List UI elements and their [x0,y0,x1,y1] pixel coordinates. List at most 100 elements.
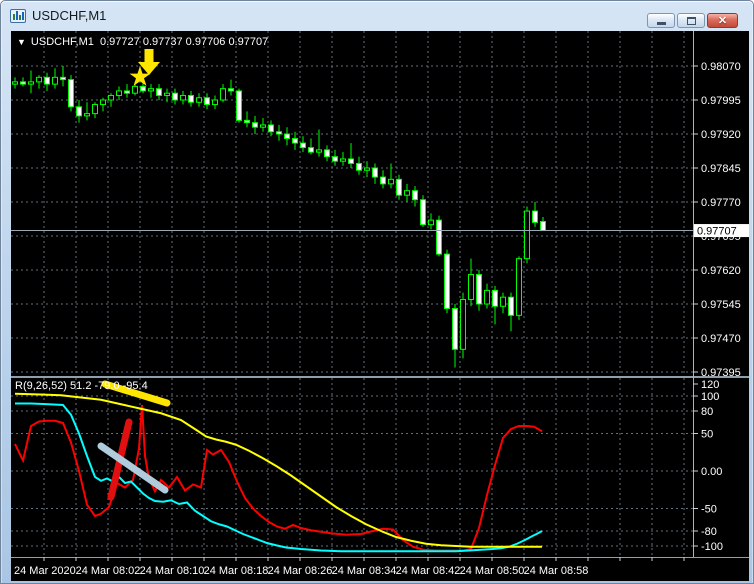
ohlc-high: 0.97737 [142,36,183,48]
mt4-chart-window: USDCHF,M1 ✕ ▼ USDCHF,M1 0.97727 0.97737 0… [0,0,754,584]
time-axis-label: 24 Mar 08:34 [332,565,397,577]
indicator-axis[interactable]: 120100 80 50 0.00 -50 -80 -100 [693,379,723,553]
bear-candle [396,178,402,196]
bear-candle [372,167,378,178]
bear-candle [124,90,130,94]
bull-candle [428,219,434,226]
price-axis-label: 0.97995 [701,95,741,107]
close-icon: ✕ [717,15,728,27]
bear-candle [540,220,546,232]
close-button[interactable]: ✕ [707,13,738,28]
ohlc-close: 0.97707 [228,36,269,48]
pane-divider[interactable] [11,376,749,378]
time-axis-label: 24 Mar 08:42 [396,565,461,577]
price-axis[interactable]: 0.98070 0.97995 0.97920 0.97845 0.97770 0.976… [693,61,749,379]
bull-candle [340,158,346,162]
indicator-axis-label: -80 [701,526,717,538]
time-axis[interactable]: 24 Mar 2020 24 Mar 08:02 24 Mar 08:10 24 Ma… [14,557,685,577]
indicator-label: R(9,26,52) 51.2 -79.0 -95.4 [15,380,148,392]
bear-candle [172,92,178,101]
bull-candle [52,76,58,85]
bull-candle [404,190,410,196]
indicator-axis-label: -50 [701,504,717,516]
bear-candle [348,158,354,164]
symbol-dropdown-icon[interactable]: ▼ [17,37,26,47]
price-axis-label: 0.97620 [701,265,741,277]
bull-candle [132,85,138,94]
bull-candle [180,94,186,101]
bull-candle [100,99,106,106]
price-axis-label: 0.97545 [701,299,741,311]
candlestick-series [12,66,546,368]
bull-candle [108,94,114,101]
bear-candle [236,90,242,121]
bid-price-label: 0.97707 [697,226,737,238]
drawn-objects[interactable] [97,49,171,501]
time-axis-label: 24 Mar 08:50 [460,565,525,577]
bull-candle [524,210,530,260]
symbol-ohlc-header: ▼ USDCHF,M1 0.97727 0.97737 0.97706 0.977… [17,36,268,48]
indicator-axis-label: 80 [701,406,713,418]
bull-candle [316,149,322,153]
indicator-lines [14,392,543,553]
bear-candle [204,97,210,106]
bear-candle [380,176,386,185]
bear-candle [476,274,482,305]
price-axis-label: 0.97395 [701,367,741,379]
bull-candle [460,298,466,350]
bear-candle [300,142,306,149]
time-axis-label: 24 Mar 08:26 [268,565,333,577]
bear-candle [268,124,274,133]
bear-candle [452,308,458,350]
bear-candle [284,133,290,140]
bull-candle [164,92,170,96]
bull-candle [500,296,506,307]
time-axis-label: 24 Mar 08:10 [140,565,205,577]
bear-candle [276,131,282,135]
bear-candle [420,199,426,226]
yellow-line [14,392,542,548]
price-axis-label: 0.98070 [701,61,741,73]
bear-candle [444,253,450,310]
title-bar[interactable]: USDCHF,M1 ✕ [1,1,753,31]
bull-candle [260,124,266,128]
maximize-button[interactable] [677,13,705,28]
bull-candle [484,289,490,305]
bear-candle [188,94,194,103]
time-axis-label: 24 Mar 2020 [14,565,76,577]
price-axis-label: 0.97770 [701,197,741,209]
bear-candle [492,289,498,307]
minimize-button[interactable] [647,13,675,28]
chart-canvas[interactable]: 0.98070 0.97995 0.97920 0.97845 0.97770 0.976… [11,31,749,581]
bear-candle [324,149,330,158]
bull-candle [212,99,218,106]
indicator-axis-label: 120 [701,379,719,391]
bear-candle [244,119,250,124]
bear-candle [68,79,74,108]
indicator-axis-label: -100 [701,541,723,553]
indicator-axis-label: 50 [701,429,713,441]
bear-candle [44,76,50,85]
bull-candle [388,178,394,185]
bear-candle [228,88,234,92]
bull-candle [196,97,202,103]
bull-candle [220,88,226,101]
window-title: USDCHF,M1 [32,8,107,23]
chart-client-area[interactable]: ▼ USDCHF,M1 0.97727 0.97737 0.97706 0.977… [11,31,749,581]
bear-candle [532,210,538,223]
bear-candle [508,296,514,316]
bear-candle [156,88,162,96]
bear-candle [332,156,338,162]
price-axis-label: 0.97845 [701,163,741,175]
time-axis-label: 24 Mar 08:18 [204,565,269,577]
time-axis-label: 24 Mar 08:02 [76,565,141,577]
bull-candle [468,274,474,300]
bear-candle [412,190,418,201]
cyan-line [15,402,543,553]
bull-candle [28,81,34,85]
bear-candle [140,85,146,92]
bear-candle [252,122,258,128]
price-axis-label: 0.97470 [701,333,741,345]
bull-candle [84,113,90,117]
bull-candle [148,88,154,92]
